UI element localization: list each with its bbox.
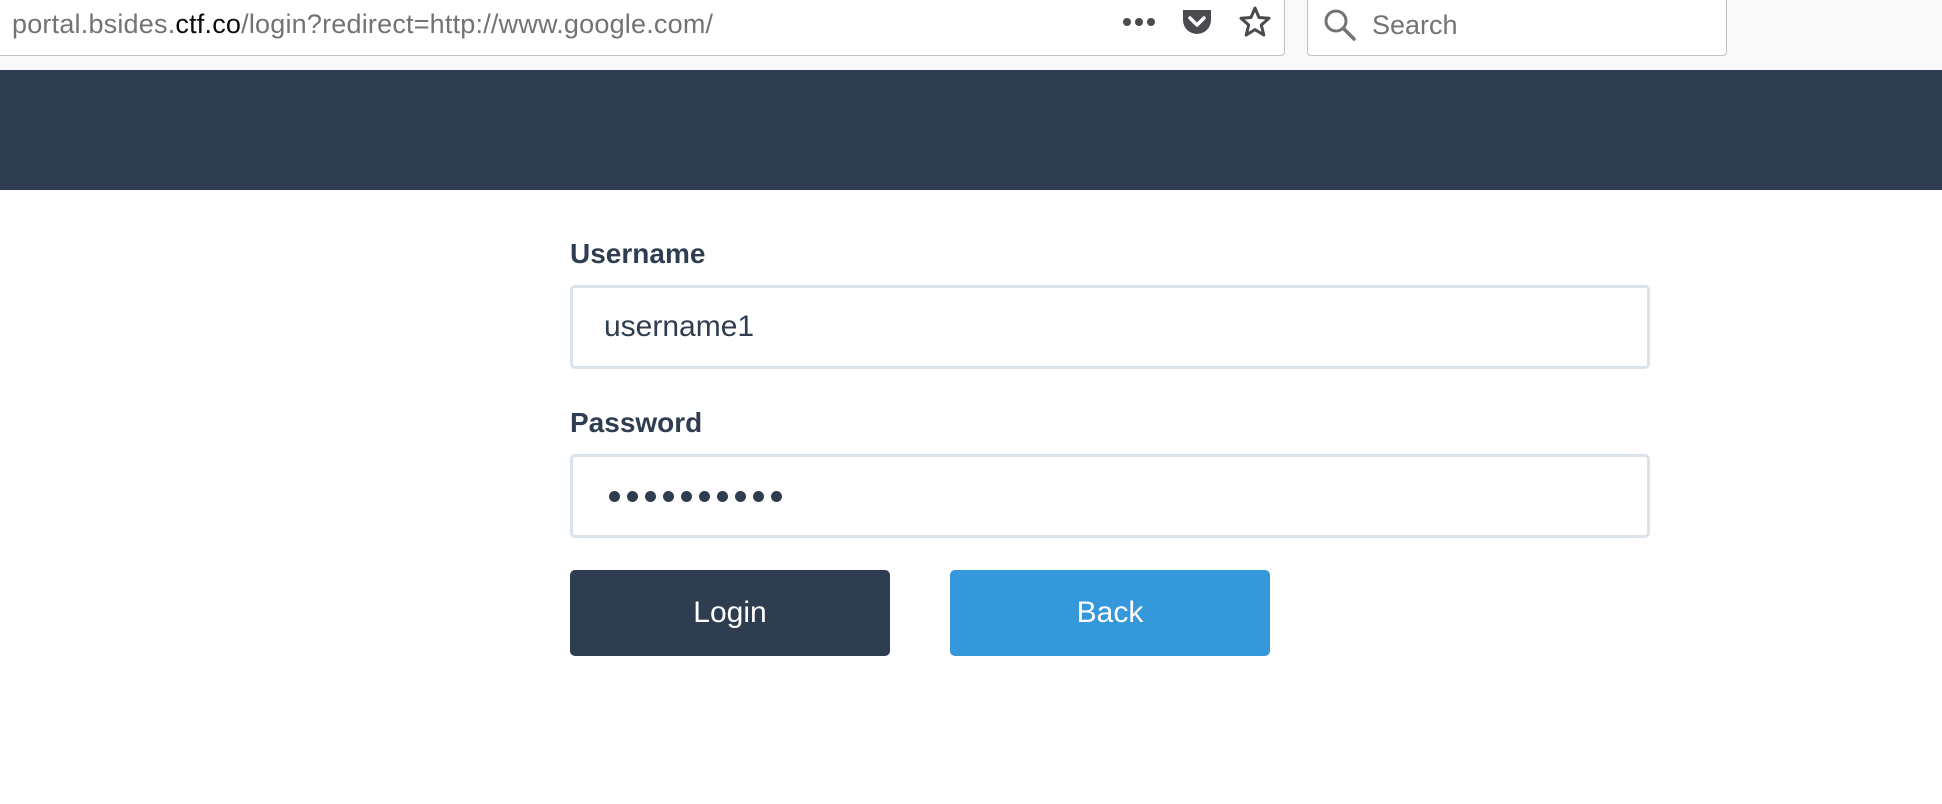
- password-mask: [609, 491, 782, 502]
- password-dot: [645, 491, 656, 502]
- password-label: Password: [570, 407, 703, 438]
- search-placeholder: Search: [1372, 10, 1458, 40]
- password-dot: [771, 491, 782, 502]
- url-actions: [1120, 4, 1274, 40]
- password-dot: [717, 491, 728, 502]
- password-dot: [663, 491, 674, 502]
- username-label: Username: [570, 238, 706, 269]
- back-button[interactable]: Back: [950, 570, 1270, 656]
- password-dot: [753, 491, 764, 502]
- site-header: [0, 70, 1942, 190]
- password-dot: [627, 491, 638, 502]
- url-bar[interactable]: portal.bsides.ctf.co/login?redirect=http…: [0, 0, 1285, 56]
- password-dot: [681, 491, 692, 502]
- login-button[interactable]: Login: [570, 570, 890, 656]
- username-value: username1: [604, 310, 755, 343]
- url-text[interactable]: portal.bsides.ctf.co/login?redirect=http…: [12, 9, 713, 40]
- password-input[interactable]: [570, 454, 1650, 538]
- more-icon[interactable]: [1120, 4, 1158, 40]
- url-path: /login?redirect=http://www.google.com/: [241, 9, 714, 39]
- url-prefix: portal.bsides.: [12, 9, 176, 39]
- url-host: ctf.co: [175, 9, 242, 39]
- username-input[interactable]: username1: [570, 285, 1650, 369]
- search-bar[interactable]: Search: [1307, 0, 1727, 56]
- star-icon[interactable]: [1236, 4, 1274, 40]
- password-dot: [699, 491, 710, 502]
- browser-toolbar: portal.bsides.ctf.co/login?redirect=http…: [0, 0, 1942, 71]
- search-icon: [1322, 7, 1358, 48]
- password-dot: [735, 491, 746, 502]
- pocket-icon[interactable]: [1178, 4, 1216, 40]
- password-dot: [609, 491, 620, 502]
